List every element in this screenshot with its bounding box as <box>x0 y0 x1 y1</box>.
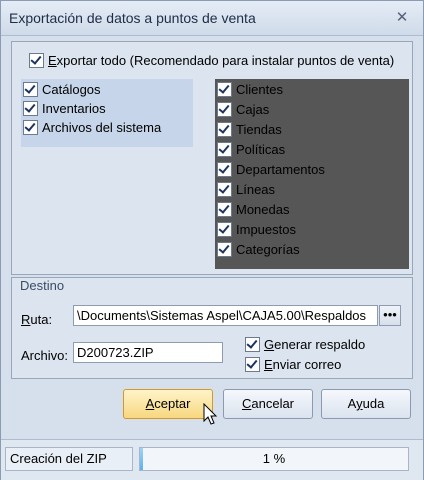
general-item-label: Catálogos <box>42 82 101 97</box>
mouse-pointer-icon <box>203 403 218 425</box>
checkbox-check-icon[interactable] <box>217 222 232 237</box>
catalog-item-label: Tiendas <box>236 122 282 137</box>
ruta-label: Ruta: <box>21 312 53 327</box>
archivo-label: Archivo: <box>21 348 68 363</box>
general-item-checkbox[interactable]: Inventarios <box>23 101 106 116</box>
general-item-checkbox[interactable]: Archivos del sistema <box>23 120 161 135</box>
window-title: Exportación de datos a puntos de venta <box>9 10 256 26</box>
ayuda-button[interactable]: Ayuda <box>321 389 411 419</box>
destino-legend: Destino <box>17 278 68 293</box>
destino-group <box>11 277 413 379</box>
checkbox-check-icon[interactable] <box>217 142 232 157</box>
checkbox-check-icon[interactable] <box>217 82 232 97</box>
general-item-label: Inventarios <box>42 101 106 116</box>
export-dialog: Exportación de datos a puntos de venta ✕… <box>0 0 424 480</box>
catalog-item-checkbox[interactable]: Tiendas <box>217 122 282 137</box>
checkbox-check-icon[interactable] <box>245 357 260 372</box>
general-item-checkbox[interactable]: Catálogos <box>23 82 101 97</box>
catalog-item-label: Categorías <box>236 242 300 257</box>
catalog-item-checkbox[interactable]: Políticas <box>217 142 285 157</box>
catalog-item-checkbox[interactable]: Clientes <box>217 82 283 97</box>
close-icon[interactable]: ✕ <box>393 9 411 27</box>
generar-respaldo-checkbox[interactable]: Generar respaldo <box>245 337 365 352</box>
catalog-item-label: Líneas <box>236 182 276 197</box>
enviar-correo-label: Enviar correo <box>264 357 342 372</box>
progress-text: 1 % <box>262 451 286 466</box>
general-item-label: Archivos del sistema <box>42 120 162 135</box>
generar-respaldo-label: Generar respaldo <box>264 337 366 352</box>
checkbox-check-icon[interactable] <box>217 242 232 257</box>
archivo-input[interactable]: D200723.ZIP <box>73 342 223 363</box>
checkbox-check-icon[interactable] <box>245 337 260 352</box>
catalog-item-checkbox[interactable]: Departamentos <box>217 162 325 177</box>
catalog-item-checkbox[interactable]: Cajas <box>217 102 269 117</box>
catalog-item-label: Cajas <box>236 102 270 117</box>
catalog-item-label: Monedas <box>236 202 290 217</box>
checkbox-check-icon[interactable] <box>217 122 232 137</box>
cancelar-button[interactable]: Cancelar <box>223 389 313 419</box>
checkbox-check-icon[interactable] <box>23 120 38 135</box>
checkbox-check-icon[interactable] <box>217 182 232 197</box>
title-bar: Exportación de datos a puntos de venta ✕ <box>1 1 423 36</box>
status-label: Creación del ZIP <box>5 447 133 471</box>
checkbox-check-icon[interactable] <box>217 102 232 117</box>
enviar-correo-checkbox[interactable]: Enviar correo <box>245 357 341 372</box>
catalog-item-checkbox[interactable]: Monedas <box>217 202 289 217</box>
checkbox-check-icon[interactable] <box>217 162 232 177</box>
catalog-item-label: Clientes <box>236 82 283 97</box>
checkbox-check-icon[interactable] <box>23 82 38 97</box>
catalog-item-label: Impuestos <box>236 222 296 237</box>
aceptar-button[interactable]: Aceptar <box>123 389 213 419</box>
browse-button[interactable]: ••• <box>379 305 401 326</box>
catalog-item-label: Políticas <box>236 142 286 157</box>
catalog-item-checkbox[interactable]: Líneas <box>217 182 275 197</box>
checkbox-check-icon[interactable] <box>29 53 44 68</box>
checkbox-check-icon[interactable] <box>217 202 232 217</box>
catalog-item-label: Departamentos <box>236 162 325 177</box>
progress-bar: 1 % <box>139 447 409 471</box>
catalog-item-checkbox[interactable]: Impuestos <box>217 222 296 237</box>
checkbox-check-icon[interactable] <box>23 101 38 116</box>
catalog-item-checkbox[interactable]: Categorías <box>217 242 300 257</box>
export-all-label: Exportar todo (Recomendado para instalar… <box>48 53 395 68</box>
export-all-checkbox[interactable]: Exportar todo (Recomendado para instalar… <box>29 53 394 68</box>
ruta-input[interactable]: \Documents\Sistemas Aspel\CAJA5.00\Respa… <box>73 305 378 326</box>
